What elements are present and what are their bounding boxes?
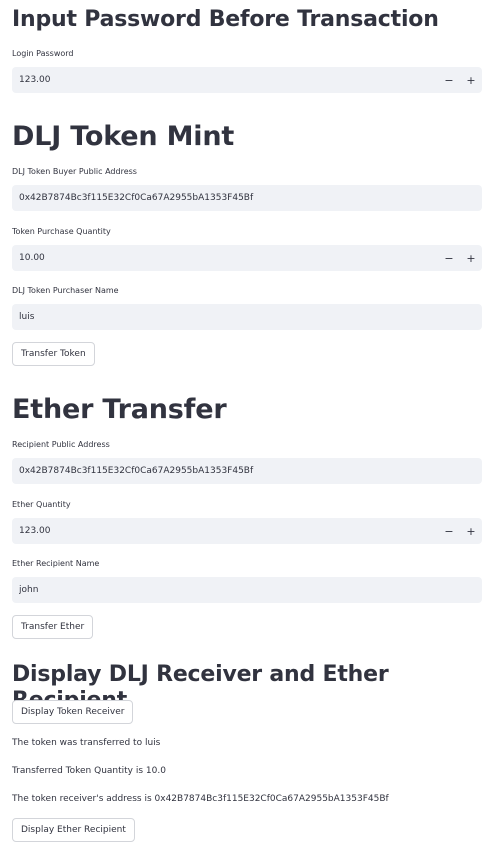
display-token-receiver-button[interactable]: Display Token Receiver (12, 700, 134, 724)
token-quantity-field: − + (12, 244, 482, 272)
ether-recipient-name-label: Ether Recipient Name (12, 559, 100, 568)
transfer-token-button[interactable]: Transfer Token (12, 342, 95, 366)
increment-button[interactable]: + (460, 245, 482, 271)
ether-recipient-name-input[interactable] (12, 576, 482, 604)
display-ether-recipient-button[interactable]: Display Ether Recipient (12, 818, 135, 842)
receiver-address-text: The token receiver's address is 0x42B787… (12, 794, 389, 804)
login-password-input[interactable] (12, 66, 438, 94)
purchaser-name-label: DLJ Token Purchaser Name (12, 286, 119, 295)
recipient-address-field (12, 457, 482, 485)
decrement-button[interactable]: − (438, 518, 460, 544)
ether-recipient-name-field (12, 576, 482, 604)
token-quantity-input[interactable] (12, 244, 438, 272)
token-quantity-stepper: − + (438, 245, 482, 271)
purchaser-name-input[interactable] (12, 303, 482, 331)
buyer-address-input[interactable] (12, 184, 482, 212)
transferred-quantity-text: Transferred Token Quantity is 10.0 (12, 766, 166, 776)
increment-button[interactable]: + (460, 518, 482, 544)
transferred-to-text: The token was transferred to luis (12, 738, 161, 748)
decrement-button[interactable]: − (438, 67, 460, 93)
login-password-label: Login Password (12, 49, 74, 58)
buyer-address-label: DLJ Token Buyer Public Address (12, 167, 137, 176)
ether-quantity-input[interactable] (12, 517, 438, 545)
recipient-address-label: Recipient Public Address (12, 440, 110, 449)
increment-button[interactable]: + (460, 67, 482, 93)
transfer-ether-button[interactable]: Transfer Ether (12, 615, 94, 639)
recipient-address-input[interactable] (12, 457, 482, 485)
decrement-button[interactable]: − (438, 245, 460, 271)
ether-section-title: Ether Transfer (12, 394, 227, 425)
login-password-field: − + (12, 66, 482, 94)
purchaser-name-field (12, 303, 482, 331)
mint-section-title: DLJ Token Mint (12, 121, 235, 152)
ether-quantity-label: Ether Quantity (12, 500, 71, 509)
password-section-title: Input Password Before Transaction (12, 7, 439, 32)
ether-quantity-stepper: − + (438, 518, 482, 544)
login-password-stepper: − + (438, 67, 482, 93)
buyer-address-field (12, 184, 482, 212)
token-quantity-label: Token Purchase Quantity (12, 227, 111, 236)
ether-quantity-field: − + (12, 517, 482, 545)
